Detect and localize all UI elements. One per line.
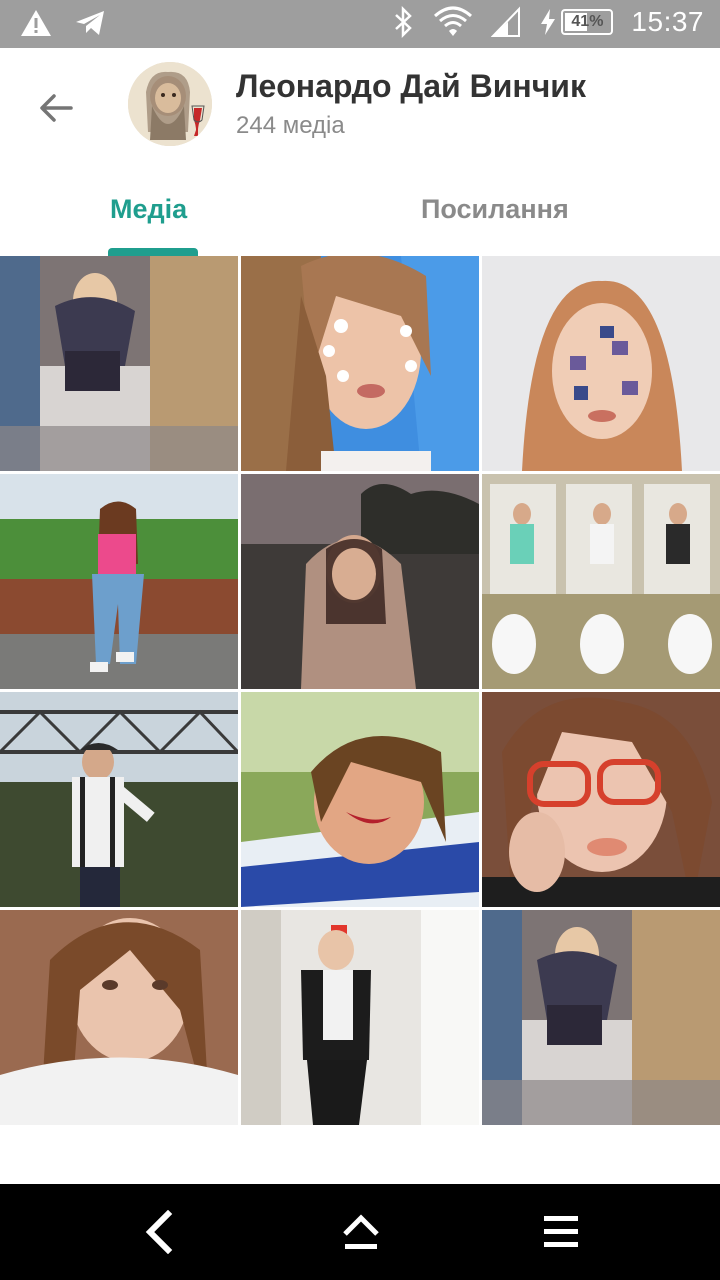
media-count: 244 медіа	[236, 112, 345, 139]
nav-back-icon	[145, 1210, 173, 1254]
media-thumbnail[interactable]	[482, 256, 720, 471]
nav-home-button[interactable]	[335, 1206, 387, 1258]
chat-title: Леонардо Дай Винчик	[236, 68, 586, 104]
nav-menu-icon	[544, 1216, 578, 1247]
media-thumbnail[interactable]	[482, 692, 720, 907]
charging-icon	[539, 8, 557, 36]
media-thumbnail[interactable]	[241, 910, 479, 1125]
tab-links[interactable]: Посилання	[421, 194, 569, 225]
nav-home-icon	[343, 1214, 379, 1249]
bluetooth-icon	[393, 6, 415, 38]
battery-percent: 41%	[571, 13, 604, 30]
media-thumbnail[interactable]	[0, 692, 238, 907]
tab-media[interactable]: Медіа	[110, 194, 187, 225]
clock: 15:37	[631, 6, 704, 37]
nav-back-button[interactable]	[134, 1206, 186, 1258]
wifi-icon	[433, 6, 473, 38]
media-thumbnail[interactable]	[482, 910, 720, 1125]
navigation-bar	[0, 1184, 720, 1280]
media-thumbnail[interactable]	[482, 474, 720, 689]
telegram-icon	[74, 8, 106, 38]
media-thumbnail[interactable]	[241, 692, 479, 907]
back-button[interactable]	[30, 82, 82, 134]
warning-icon	[20, 8, 52, 38]
chat-media-header: Леонардо Дай Винчик 244 медіа	[0, 48, 720, 176]
battery-icon: 41%	[561, 9, 614, 35]
media-thumbnail[interactable]	[241, 474, 479, 689]
media-thumbnail[interactable]	[0, 910, 238, 1125]
media-thumbnail[interactable]	[0, 256, 238, 471]
tab-bar: Медіа Посилання	[0, 176, 720, 256]
active-tab-indicator	[108, 248, 198, 256]
signal-icon	[491, 6, 521, 38]
status-bar: 41% 15:37	[0, 0, 720, 48]
media-grid	[0, 256, 720, 1184]
media-thumbnail[interactable]	[0, 474, 238, 689]
media-thumbnail[interactable]	[241, 256, 479, 471]
back-arrow-icon	[40, 94, 73, 122]
avatar[interactable]	[128, 62, 212, 146]
nav-menu-button[interactable]	[535, 1206, 587, 1258]
